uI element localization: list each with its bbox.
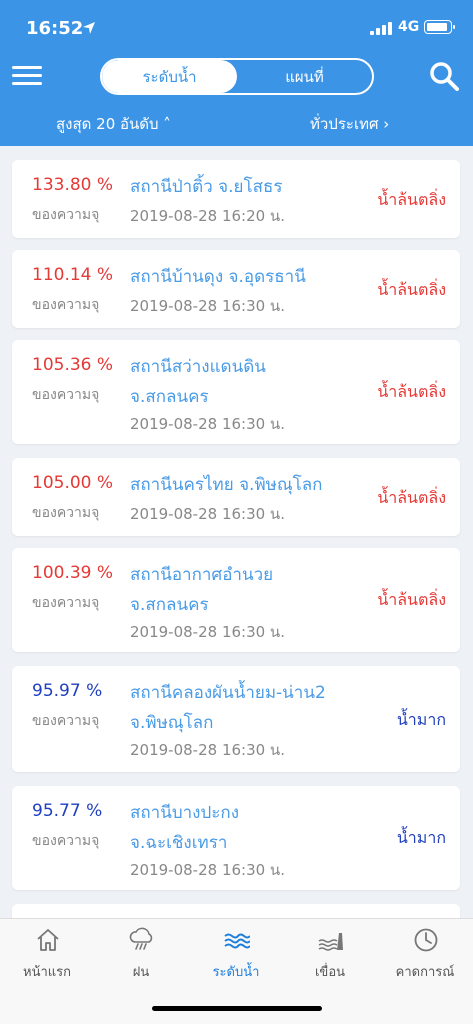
location-arrow-icon: [83, 22, 95, 34]
station-province: จ.สกลนคร: [130, 595, 209, 615]
tab-home[interactable]: หน้าแรก: [0, 919, 94, 989]
tab-dam[interactable]: เขื่อน: [283, 919, 377, 989]
status-badge: น้ำล้นตลิ่ง: [377, 590, 446, 609]
network-type: 4G: [398, 19, 420, 35]
station-card[interactable]: 110.14 % ของความจุ สถานีบ้านดุง จ.อุดรธา…: [12, 250, 460, 328]
menu-icon[interactable]: [12, 64, 44, 88]
dam-icon: [318, 933, 343, 951]
status-badge: น้ำล้นตลิ่ง: [377, 488, 446, 507]
status-badge: น้ำมาก: [396, 710, 446, 729]
capacity-percent: 95.77 %: [32, 801, 103, 821]
capacity-label: ของความจุ: [32, 387, 100, 403]
station-timestamp: 2019-08-28 16:30 น.: [130, 297, 285, 315]
status-badge: น้ำล้นตลิ่ง: [377, 280, 446, 299]
capacity-percent: 95.97 %: [32, 681, 103, 701]
battery-icon: [424, 20, 455, 34]
capacity-percent: 100.39 %: [32, 563, 114, 583]
status-bar: 16:52 4G: [0, 0, 473, 58]
capacity-label: ของความจุ: [32, 833, 100, 849]
view-segmented-control: ระดับน้ำ แผนที่: [100, 58, 374, 95]
tab-water-level-label: ระดับน้ำ: [212, 965, 260, 980]
station-card[interactable]: 133.80 % ของความจุ สถานีป่าติ้ว จ.ยโสธร …: [12, 160, 460, 238]
station-timestamp: 2019-08-28 16:30 น.: [130, 623, 285, 641]
station-name: สถานีป่าติ้ว จ.ยโสธร: [130, 177, 283, 197]
capacity-label: ของความจุ: [32, 207, 100, 223]
capacity-percent: 105.00 %: [32, 473, 114, 493]
capacity-label: ของความจุ: [32, 505, 100, 521]
search-icon[interactable]: [428, 60, 460, 92]
station-province: จ.พิษณุโลก: [130, 713, 214, 733]
station-card[interactable]: 95.97 % ของความจุ สถานีคลองผันน้ำยม-น่าน…: [12, 666, 460, 772]
station-card[interactable]: 105.36 % ของความจุ สถานีสว่างแดนดิน จ.สก…: [12, 340, 460, 444]
station-name: สถานีสว่างแดนดิน: [130, 357, 266, 377]
station-timestamp: 2019-08-28 16:30 น.: [130, 415, 285, 433]
tab-rain-label: ฝน: [132, 965, 150, 980]
tab-home-label: หน้าแรก: [23, 965, 71, 980]
rank-filter[interactable]: สูงสุด 20 อันดับ ˄: [56, 112, 171, 136]
home-icon: [37, 929, 59, 951]
station-card[interactable]: [12, 904, 460, 918]
station-name: สถานีบางปะกง: [130, 803, 239, 823]
capacity-percent: 110.14 %: [32, 265, 114, 285]
station-name: สถานีบ้านดุง จ.อุดรธานี: [130, 267, 306, 287]
station-timestamp: 2019-08-28 16:30 น.: [130, 505, 285, 523]
status-badge: น้ำล้นตลิ่ง: [377, 382, 446, 401]
tab-rain[interactable]: ฝน: [94, 919, 188, 989]
capacity-label: ของความจุ: [32, 713, 100, 729]
station-timestamp: 2019-08-28 16:30 น.: [130, 741, 285, 759]
station-card[interactable]: 100.39 % ของความจุ สถานีอากาศอำนวย จ.สกล…: [12, 548, 460, 652]
segment-map[interactable]: แผนที่: [237, 60, 372, 93]
station-timestamp: 2019-08-28 16:30 น.: [130, 861, 285, 879]
station-province: จ.ฉะเชิงเทรา: [130, 833, 228, 853]
region-filter[interactable]: ทั่วประเทศ ›: [310, 112, 389, 136]
station-name: สถานีอากาศอำนวย: [130, 565, 274, 585]
status-badge: น้ำมาก: [396, 828, 446, 847]
station-timestamp: 2019-08-28 16:20 น.: [130, 207, 285, 225]
station-name: สถานีคลองผันน้ำยม-น่าน2: [130, 683, 326, 703]
station-name: สถานีนครไทย จ.พิษณุโลก: [130, 475, 323, 495]
rain-cloud-icon: [129, 927, 153, 950]
segment-water-level[interactable]: ระดับน้ำ: [102, 60, 237, 93]
app-header: 16:52 4G ระดับน้ำ แผนที่ สูงสุด 20 อันดั…: [0, 0, 473, 146]
tab-forecast[interactable]: คาดการณ์: [378, 919, 472, 989]
status-time: 16:52: [26, 18, 84, 39]
capacity-label: ของความจุ: [32, 595, 100, 611]
capacity-percent: 133.80 %: [32, 175, 114, 195]
station-card[interactable]: 95.77 % ของความจุ สถานีบางปะกง จ.ฉะเชิงเ…: [12, 786, 460, 890]
clock-icon: [414, 928, 438, 952]
capacity-percent: 105.36 %: [32, 355, 114, 375]
water-waves-icon: [224, 933, 250, 949]
tab-dam-label: เขื่อน: [314, 965, 346, 980]
signal-icon: [370, 21, 392, 35]
station-province: จ.สกลนคร: [130, 387, 209, 407]
home-indicator: [152, 1006, 322, 1011]
tab-water-level[interactable]: ระดับน้ำ: [189, 919, 283, 989]
station-card[interactable]: 105.00 % ของความจุ สถานีนครไทย จ.พิษณุโล…: [12, 458, 460, 536]
capacity-label: ของความจุ: [32, 297, 100, 313]
station-list: 133.80 % ของความจุ สถานีป่าติ้ว จ.ยโสธร …: [0, 146, 473, 918]
status-badge: น้ำล้นตลิ่ง: [377, 190, 446, 209]
tab-forecast-label: คาดการณ์: [395, 965, 455, 980]
